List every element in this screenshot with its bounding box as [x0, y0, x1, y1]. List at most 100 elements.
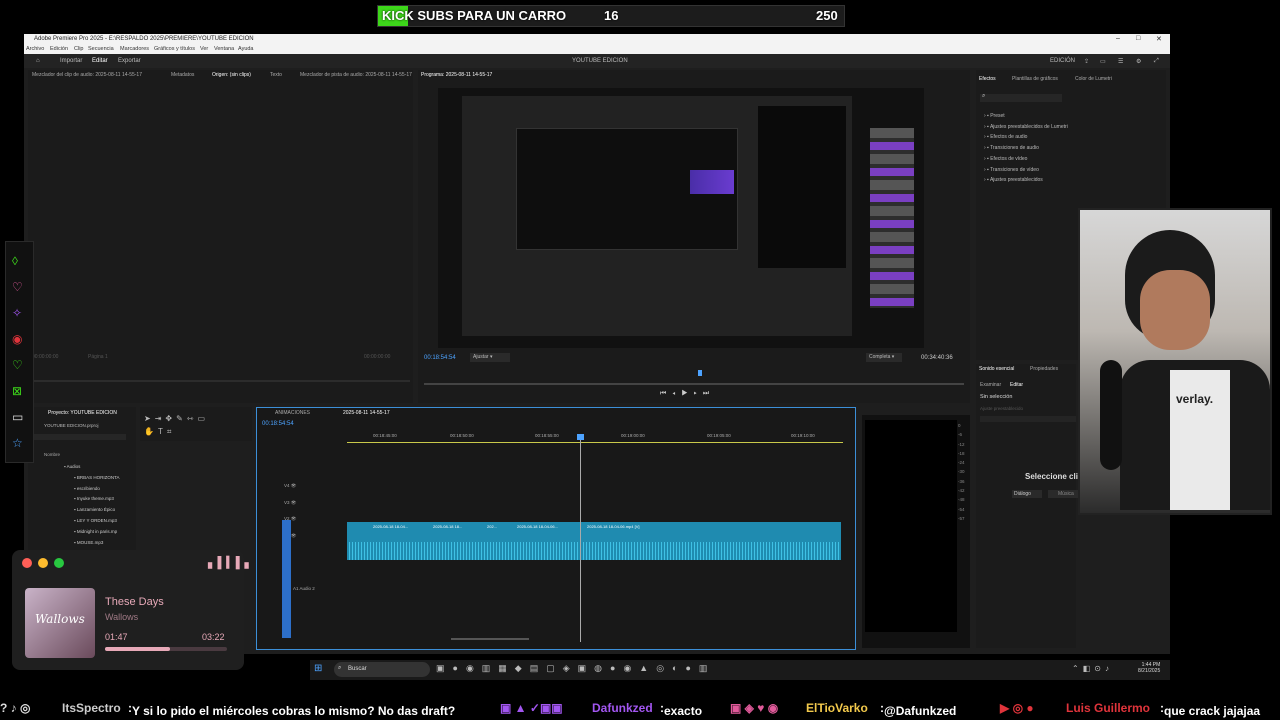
menu-archivo[interactable]: Archivo [26, 46, 44, 52]
list-item[interactable]: ▪ escribiendo [64, 484, 120, 495]
tab-metadatos[interactable]: Metadatos [171, 72, 194, 78]
tools-row-2[interactable]: ✋T⌗ [144, 427, 175, 437]
chat-ticker: ? ♪ ◎ ItsSpectro : Y si lo pido el miérc… [0, 698, 1280, 720]
maximize-icon[interactable]: □ [1136, 35, 1140, 42]
menu-ver[interactable]: Ver [200, 46, 208, 52]
workspace-bar: ⌂ Importar Editar Exportar YOUTUBE EDICI… [24, 54, 1170, 68]
clock[interactable]: 1:44 PM 8/21/2025 [1138, 662, 1160, 674]
menu-ventana[interactable]: Ventana [214, 46, 234, 52]
track-v3[interactable]: V3 👁 [284, 495, 296, 512]
track-target-bar[interactable] [282, 520, 291, 638]
list-item[interactable]: ▪ BRBAS HORIZONTA [64, 473, 120, 484]
tab-sequence[interactable]: 2025-08-11 14-55-17 [343, 410, 390, 416]
no-selection-label: Sin selección [980, 394, 1013, 400]
effects-item[interactable]: › ▪ Transiciones de vídeo [984, 165, 1068, 176]
video-clip-row[interactable]: 2025-08-18 18-04... 2025-08-18 18... 202… [347, 522, 841, 542]
tab-audio-clip-mixer[interactable]: Mezclador del clip de audio: 2025-08-11 … [32, 72, 142, 78]
tab-editar[interactable]: Editar [1010, 382, 1023, 388]
source-monitor-panel: Mezclador del clip de audio: 2025-08-11 … [28, 70, 413, 403]
program-playhead[interactable] [698, 370, 702, 376]
source-timecode-out: 00:00:00:00 [364, 354, 391, 360]
preset-dropdown[interactable] [980, 416, 1076, 422]
effects-item[interactable]: › ▪ Transiciones de audio [984, 143, 1068, 154]
tab-propiedades[interactable]: Propiedades [1030, 366, 1058, 372]
timeline-ruler[interactable]: 00:18:45:00 00:18:50:00 00:18:55:00 00:1… [347, 433, 847, 445]
fullscreen-icon[interactable]: ⤢ [1154, 58, 1159, 65]
list-item[interactable]: ▪ MOUSE.mp3 [64, 538, 120, 549]
menu-edicion[interactable]: Edición [50, 46, 68, 52]
effects-search-input[interactable]: ⌕ [980, 93, 1062, 102]
effects-item[interactable]: › ▪ Preset [984, 111, 1068, 122]
playhead-handle[interactable] [577, 434, 584, 440]
tools-row-1[interactable]: ➤⇥✥✎⇿▭ [144, 414, 209, 423]
tab-sonido-esencial[interactable]: Sonido esencial [979, 366, 1014, 372]
ticker-prefix-icon: ? ♪ ◎ [0, 701, 31, 715]
tab-color-lumetri[interactable]: Color de Lumetri [1075, 76, 1112, 82]
effects-item[interactable]: › ▪ Efectos de audio [984, 132, 1068, 143]
person-shirt: verlay. [1170, 370, 1230, 510]
home-icon[interactable]: ⌂ [36, 58, 40, 64]
chat-icon: ▭ [12, 410, 24, 424]
menu-graficos[interactable]: Gráficos y títulos [154, 46, 195, 52]
menu-secuencia[interactable]: Secuencia [88, 46, 114, 52]
close-icon[interactable]: ✕ [1156, 35, 1162, 43]
tab-origen[interactable]: Origen: (sin clips) [212, 72, 251, 78]
equalizer-icon: ▖▌▍▌▖ [208, 557, 254, 569]
system-tray[interactable]: ⌃◧⊙♪ [1072, 664, 1113, 673]
close-dot-icon[interactable] [22, 558, 32, 568]
tab-plantillas-graficos[interactable]: Plantillas de gráficos [1012, 76, 1058, 82]
menu-ayuda[interactable]: Ayuda [238, 46, 254, 52]
track-v4[interactable]: V4 👁 [284, 478, 296, 495]
track-a1[interactable]: A1 Audio 2 [293, 586, 315, 591]
taskbar-apps[interactable]: ▣●◉▥▦◆▤▢◈▣◍●◉▲◎◐●▥ [436, 663, 715, 674]
minimize-dot-icon[interactable] [38, 558, 48, 568]
preset-label: Ajuste preestablecido [980, 406, 1024, 411]
essential-sound-panel: Sonido esencial Propiedades Examinar Edi… [976, 364, 1076, 648]
source-scrubber[interactable] [32, 380, 410, 382]
tab-audio-track-mixer[interactable]: Mezclador de pista de audio: 2025-08-11 … [300, 72, 412, 78]
effects-item[interactable]: › ▪ Efectos de vídeo [984, 154, 1068, 165]
menu-icon[interactable]: ☰ [1118, 58, 1123, 65]
tab-efectos[interactable]: Efectos [979, 76, 996, 82]
share-icon[interactable]: ⇪ [1084, 58, 1089, 65]
workspace-edicion-label[interactable]: EDICIÓN [1050, 58, 1075, 64]
tab-texto[interactable]: Texto [270, 72, 282, 78]
list-item[interactable]: ▪ LEY Y ORDEN.mp3 [64, 516, 120, 527]
tab-project[interactable]: Proyecto: YOUTUBE EDICION [48, 410, 117, 416]
project-panel: Proyecto: YOUTUBE EDICION YOUTUBE EDICIO… [28, 407, 136, 555]
effects-item[interactable]: › ▪ Ajustes preestablecidos de Lumetri [984, 122, 1068, 133]
program-quality-select[interactable]: Completa ▾ [866, 353, 902, 362]
tab-animaciones[interactable]: ANIMACIONES [275, 410, 310, 416]
minimize-icon[interactable]: – [1116, 35, 1120, 42]
tab-examinar[interactable]: Examinar [980, 382, 1001, 388]
album-art: Wallows [25, 588, 95, 658]
dialog-button[interactable]: Diálogo [1012, 490, 1042, 498]
project-search-input[interactable] [32, 434, 126, 440]
workspace-editar[interactable]: Editar [92, 58, 108, 64]
settings-icon[interactable]: ⚙ [1136, 58, 1141, 65]
list-item[interactable]: ▪ Lanzamiento Épico [64, 505, 120, 516]
program-transport[interactable]: ⏮◂▶▸⏭ [660, 390, 715, 398]
project-column-name[interactable]: Nombre [44, 452, 60, 457]
effects-item[interactable]: › ▪ Ajustes preestablecidos [984, 175, 1068, 186]
program-scrubber[interactable] [424, 383, 964, 385]
quick-export-icon[interactable]: ▭ [1100, 58, 1106, 65]
workspace-exportar[interactable]: Exportar [118, 58, 141, 64]
person-face [1140, 270, 1210, 350]
list-item[interactable]: ▪ Inyuke theme.mp3 [64, 494, 120, 505]
maximize-dot-icon[interactable] [54, 558, 64, 568]
start-icon[interactable]: ⊞ [314, 663, 322, 674]
list-item[interactable]: ▪ Audios [64, 462, 120, 473]
taskbar-search[interactable]: ⌕ Buscar [334, 662, 430, 677]
source-page-select[interactable]: Página 1 [88, 354, 108, 360]
track-progress-bar[interactable] [105, 647, 227, 651]
menu-clip[interactable]: Clip [74, 46, 83, 52]
workspace-importar[interactable]: Importar [60, 58, 82, 64]
timeline-scrollbar[interactable] [451, 638, 529, 640]
audio-waveform-clip[interactable] [347, 542, 841, 560]
menu-marcadores[interactable]: Marcadores [120, 46, 149, 52]
music-button[interactable]: Música [1048, 490, 1078, 498]
program-fit-select[interactable]: Ajustar ▾ [470, 353, 510, 362]
timeline-playhead[interactable] [580, 436, 581, 642]
list-item[interactable]: ▪ Midnight in paris.mp [64, 527, 120, 538]
